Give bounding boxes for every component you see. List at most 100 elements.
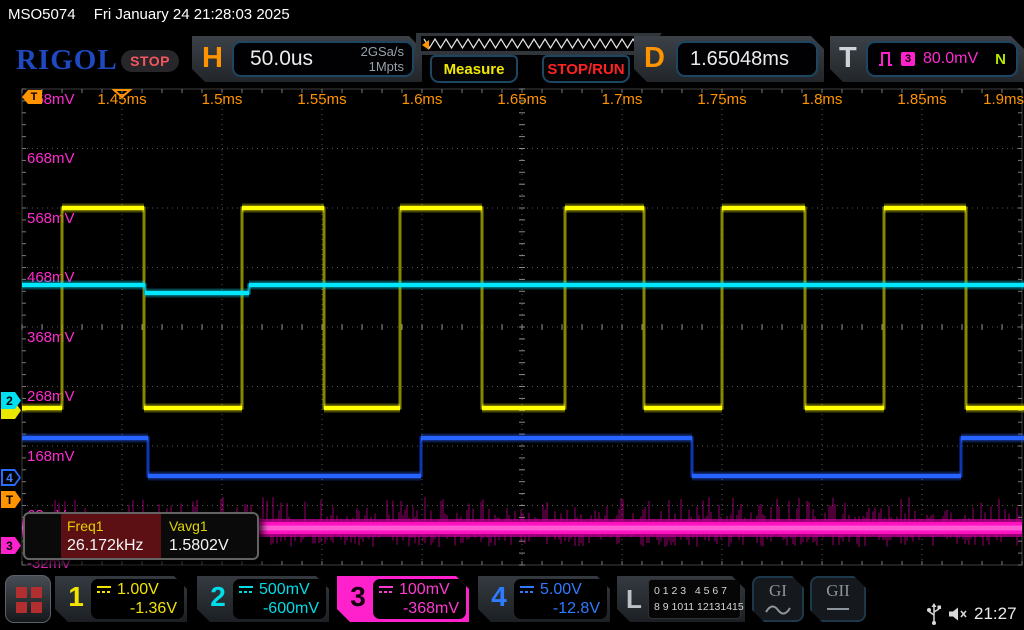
bottom-status-bar: 1 1.00V -1.36V 2 [0, 570, 1024, 630]
timebase-value: 50.0us [250, 47, 313, 71]
time-label: 1.85ms [897, 91, 946, 108]
ribbon-left-arrow-icon [422, 40, 429, 50]
ribbon-zigzag [421, 36, 645, 51]
volt-label: 668mV [27, 150, 75, 167]
channel2-box[interactable]: 2 500mV -600mV [197, 576, 329, 622]
dc-coupling-icon [96, 585, 112, 595]
channel4-position-tab[interactable]: 4 [1, 469, 21, 486]
channel-values: 1.00V -1.36V [91, 579, 184, 619]
measurement-item-freq1[interactable]: Freq1 26.172kHz [61, 514, 161, 558]
datetime: Fri January 24 21:28:03 2025 [94, 6, 290, 23]
channel-number: 4 [486, 581, 512, 613]
measurement-item-vavg1[interactable]: Vavg1 1.5802V [163, 514, 259, 558]
trigger-box[interactable]: T 3 80.0mV N [830, 36, 1024, 82]
channel-number: 2 [205, 581, 231, 613]
menu-button[interactable] [5, 575, 51, 623]
channel-number: 3 [345, 581, 371, 613]
time-label: 1.7ms [602, 91, 643, 108]
channel-scale: 100mV [399, 581, 450, 599]
oscilloscope-screen: MSO5074 Fri January 24 21:28:03 2025 RIG… [0, 0, 1024, 630]
trigger-sweep-mode: N [995, 51, 1006, 68]
tab-label: 4 [6, 471, 13, 485]
trigger-level-tab[interactable]: T [1, 491, 21, 508]
delay-box[interactable]: D 1.65048ms [634, 36, 824, 82]
volt-label: 268mV [27, 388, 75, 405]
trigger-level-value: 80.0mV [923, 50, 978, 68]
channel-offset: -12.8V [519, 600, 602, 618]
delay-value: 1.65048ms [690, 48, 789, 71]
measurement-value: 26.172kHz [67, 537, 155, 555]
sine-icon [765, 602, 791, 616]
d-label: D [644, 42, 665, 75]
trigger-display: 3 80.0mV N [866, 41, 1018, 77]
channel-scale: 1.00V [117, 581, 159, 599]
run-state-badge: STOP [121, 50, 179, 72]
logic-label: L [626, 584, 642, 615]
channel-offset: -368mV [378, 600, 461, 618]
channel-values: 5.00V -12.8V [514, 579, 607, 619]
waveform-overview-ribbon[interactable] [416, 33, 662, 55]
dc-coupling-icon [238, 585, 254, 595]
dc-coupling-icon [378, 585, 394, 595]
channel4-box[interactable]: 4 5.00V -12.8V [478, 576, 610, 622]
measurement-popup[interactable]: Freq1 26.172kHz Vavg1 1.5802V [23, 512, 259, 560]
channel3-position-tab[interactable]: 3 [1, 537, 21, 554]
trigger-time-indicator[interactable]: T [22, 90, 42, 104]
delay-display: 1.65048ms [676, 41, 818, 77]
trigger-pulse-icon [878, 51, 893, 67]
time-label: 1.8ms [802, 91, 843, 108]
stop-run-button[interactable]: STOP/RUN [542, 55, 630, 83]
channel1-box[interactable]: 1 1.00V -1.36V [55, 576, 187, 622]
dc-coupling-icon [519, 585, 535, 595]
logic-channels-box[interactable]: L 0 1 2 3 4 5 6 7 8 9 1011 12131415 [617, 576, 745, 622]
sample-rate: 2GSa/s [361, 44, 404, 59]
volt-label: 568mV [27, 210, 75, 227]
time-label: 1.75ms [697, 91, 746, 108]
channel-values: 100mV -368mV [373, 579, 466, 619]
titlebar: MSO5074 Fri January 24 21:28:03 2025 [8, 6, 290, 23]
trigger-source-badge: 3 [901, 52, 915, 66]
memory-depth: 1Mpts [361, 59, 404, 74]
h-label: H [202, 42, 223, 75]
measurement-label: Vavg1 [169, 518, 253, 534]
ribbon-strip [421, 36, 645, 51]
time-label: 1.5ms [202, 91, 243, 108]
time-label: 1.9ms [983, 91, 1024, 108]
measurement-value: 1.5802V [169, 537, 253, 555]
channel3-box-selected[interactable]: 3 100mV -368mV [337, 576, 469, 622]
logic-channel-list: 0 1 2 3 4 5 6 7 8 9 1011 12131415 [648, 579, 741, 619]
flatline-icon [825, 602, 851, 616]
time-label: 1.65ms [497, 91, 546, 108]
channel-number: 1 [63, 581, 89, 613]
rigol-logo: RIGOL [16, 44, 118, 77]
speaker-muted-icon [948, 606, 970, 622]
channel-offset: -1.36V [96, 600, 179, 618]
channel-scale: 5.00V [540, 581, 582, 599]
clock: 21:27 [974, 604, 1017, 624]
time-label: 1.6ms [402, 91, 443, 108]
generator1-button[interactable]: GI [752, 576, 804, 622]
measure-label: Measure [444, 61, 505, 78]
generator2-label: GII [812, 581, 864, 601]
volt-label: 168mV [27, 448, 75, 465]
status-area: 21:27 [926, 570, 1024, 630]
measurement-label: Freq1 [67, 518, 155, 534]
logic-row2: 8 9 1011 12131415 [654, 601, 744, 613]
horizontal-timebase-box[interactable]: H 50.0us 2GSa/s 1Mpts [192, 36, 422, 82]
volt-label: 368mV [27, 329, 75, 346]
generator1-label: GI [754, 581, 802, 601]
acquisition-info: 2GSa/s 1Mpts [361, 44, 404, 74]
channel-scale: 500mV [259, 581, 310, 599]
stop-run-label: STOP/RUN [547, 61, 624, 78]
generator2-button[interactable]: GII [810, 576, 866, 622]
model-name: MSO5074 [8, 6, 76, 23]
time-label: 1.45ms [97, 91, 146, 108]
time-label: 1.55ms [297, 91, 346, 108]
channel-values: 500mV -600mV [233, 579, 326, 619]
menu-grid-icon [16, 587, 42, 613]
logic-row1: 0 1 2 3 4 5 6 7 [654, 585, 727, 597]
timebase-display: 50.0us 2GSa/s 1Mpts [232, 41, 414, 77]
usb-icon [926, 602, 942, 626]
t-label: T [839, 42, 857, 75]
measure-button[interactable]: Measure [430, 55, 518, 83]
